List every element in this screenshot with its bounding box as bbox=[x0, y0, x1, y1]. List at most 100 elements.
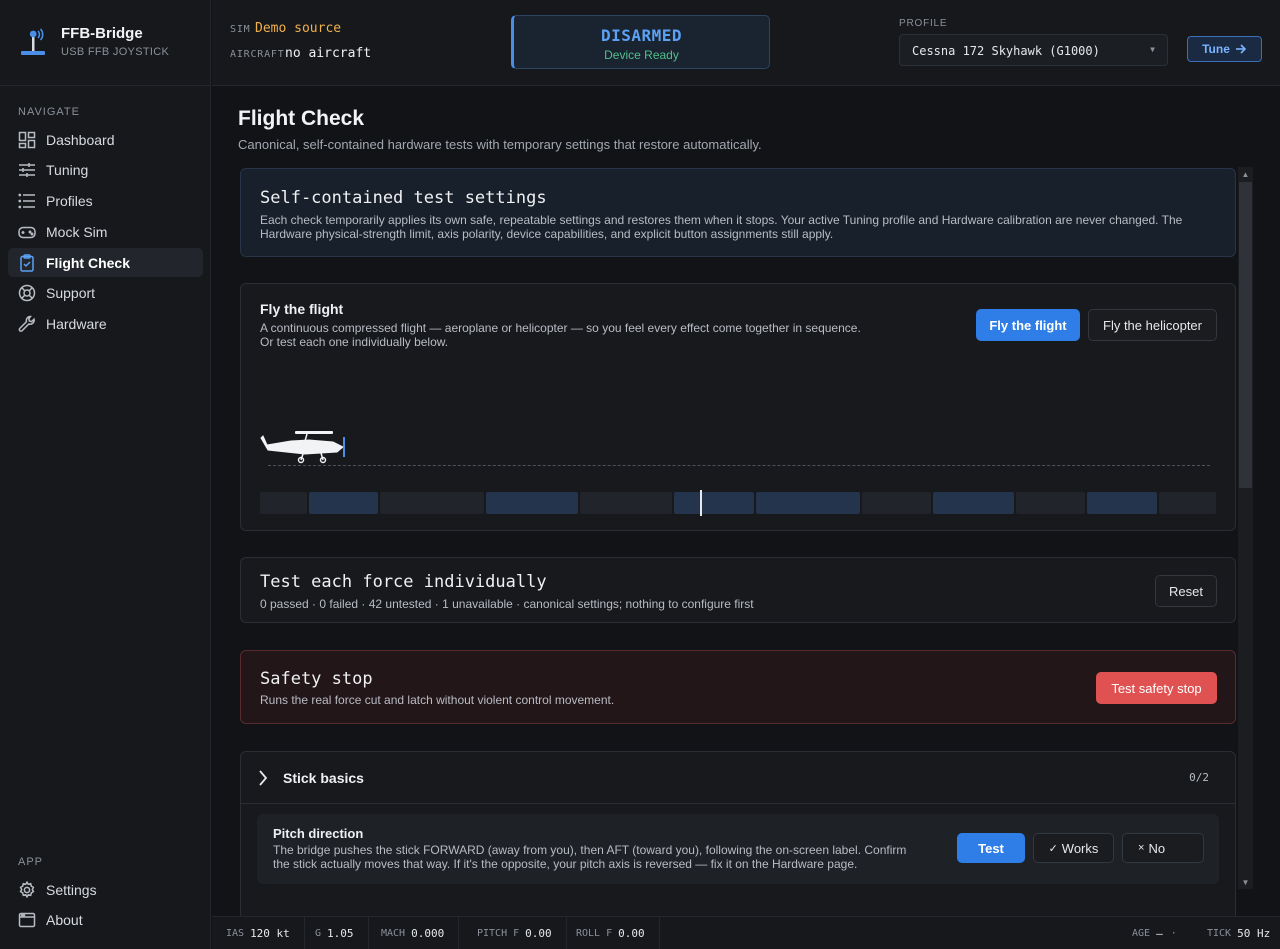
timeline-segment[interactable] bbox=[379, 492, 484, 514]
settings-card-desc: Each check temporarily applies its own s… bbox=[260, 213, 1183, 241]
sidebar-item-about[interactable]: About bbox=[8, 905, 203, 934]
sidebar-item-label: Flight Check bbox=[46, 254, 131, 271]
check-icon: ✓ bbox=[1048, 842, 1058, 855]
timeline-segment[interactable] bbox=[308, 492, 378, 514]
timeline-segment[interactable] bbox=[861, 492, 931, 514]
settings-info-card: Self-contained test settings Each check … bbox=[240, 168, 1236, 257]
timeline-segment[interactable] bbox=[1016, 492, 1086, 514]
timeline-segment[interactable] bbox=[1158, 492, 1216, 514]
tune-button[interactable]: Tune bbox=[1187, 36, 1262, 62]
flight-timeline[interactable] bbox=[260, 490, 1216, 516]
brand: FFB-Bridge USB FFB JOYSTICK bbox=[0, 0, 210, 86]
scroll-up-arrow-icon[interactable]: ▲ bbox=[1240, 169, 1251, 180]
fly-the-flight-card: Fly the flight A continuous compressed f… bbox=[240, 283, 1236, 531]
ias-readout: IAS 120 kt bbox=[212, 917, 305, 949]
age-readout: AGE — · bbox=[1132, 927, 1177, 940]
arrow-right-icon bbox=[1235, 44, 1247, 54]
fly-helicopter-button[interactable]: Fly the helicopter bbox=[1088, 309, 1217, 341]
fly-card-desc-line2: Or test each one individually below. bbox=[260, 335, 449, 349]
sidebar-item-hardware[interactable]: Hardware bbox=[8, 309, 203, 338]
sidebar-item-label: About bbox=[46, 911, 83, 928]
sidebar-item-label: Settings bbox=[46, 881, 97, 898]
test-desc-line1: The bridge pushes the stick FORWARD (awa… bbox=[273, 843, 907, 857]
arm-status-box[interactable]: DISARMED Device Ready bbox=[511, 15, 770, 69]
safety-card-desc: Runs the real force cut and latch withou… bbox=[260, 693, 615, 707]
test-title: Pitch direction bbox=[273, 826, 364, 841]
chevron-down-icon: ▼ bbox=[1150, 45, 1155, 54]
runway-line bbox=[268, 465, 1210, 466]
sidebar-item-flight-check[interactable]: Flight Check bbox=[8, 248, 203, 277]
gamepad-icon bbox=[18, 226, 36, 238]
page-subtitle: Canonical, self-contained hardware tests… bbox=[238, 137, 762, 152]
separator-dot: · bbox=[1170, 928, 1177, 939]
profile-select[interactable]: Cessna 172 Skyhawk (G1000) ▼ bbox=[899, 34, 1168, 66]
fly-flight-button[interactable]: Fly the flight bbox=[976, 309, 1080, 341]
individual-card-title: Test each force individually bbox=[260, 572, 547, 592]
no-label: No bbox=[1148, 840, 1166, 856]
timeline-segment[interactable] bbox=[485, 492, 578, 514]
test-button[interactable]: Test bbox=[957, 833, 1025, 863]
g-readout: G 1.05 bbox=[301, 917, 369, 949]
tick-readout: TICK 50 Hz bbox=[1207, 927, 1271, 940]
chevron-right-icon bbox=[259, 770, 268, 786]
arm-status-title: DISARMED bbox=[600, 26, 683, 45]
sidebar-item-dashboard[interactable]: Dashboard bbox=[8, 125, 203, 154]
no-button[interactable]: × No bbox=[1122, 833, 1204, 863]
sidebar-item-mock-sim[interactable]: Mock Sim bbox=[8, 217, 203, 246]
pitch-force-readout: PITCH F 0.00 bbox=[463, 917, 567, 949]
sidebar-item-label: Support bbox=[46, 284, 96, 301]
fly-card-desc-line1: A continuous compressed flight — aeropla… bbox=[260, 321, 861, 335]
fly-card-title: Fly the flight bbox=[260, 301, 344, 317]
timeline-playhead[interactable] bbox=[699, 490, 702, 516]
sidebar-item-label: Tuning bbox=[46, 161, 89, 178]
sidebar-item-label: Profiles bbox=[46, 192, 93, 209]
sim-value: Demo source bbox=[255, 21, 342, 36]
timeline-segment[interactable] bbox=[755, 492, 860, 514]
timeline-segment[interactable] bbox=[579, 492, 672, 514]
sidebar-item-label: Hardware bbox=[46, 315, 107, 332]
window-icon bbox=[18, 912, 36, 927]
test-safety-stop-button[interactable]: Test safety stop bbox=[1096, 672, 1217, 704]
scrollbar-thumb[interactable] bbox=[1239, 182, 1252, 488]
pitch-direction-test: Pitch direction The bridge pushes the st… bbox=[257, 814, 1219, 884]
nav-heading: NAVIGATE bbox=[18, 106, 80, 118]
works-label: Works bbox=[1061, 840, 1099, 856]
stick-basics-section: Stick basics 0/2 Pitch direction The bri… bbox=[240, 751, 1236, 916]
sidebar-item-tuning[interactable]: Tuning bbox=[8, 155, 203, 184]
sidebar-item-support[interactable]: Support bbox=[8, 278, 203, 307]
main-content: Flight Check Canonical, self-contained h… bbox=[212, 87, 1280, 916]
test-desc-line2: the stick actually moves that way. If it… bbox=[273, 857, 858, 871]
stick-basics-count: 0/2 bbox=[1189, 771, 1209, 784]
brand-title: FFB-Bridge bbox=[61, 25, 143, 42]
reset-button[interactable]: Reset bbox=[1155, 575, 1217, 607]
scroll-down-arrow-icon[interactable]: ▼ bbox=[1240, 877, 1251, 888]
settings-card-title: Self-contained test settings bbox=[260, 188, 547, 208]
gear-icon bbox=[19, 880, 35, 898]
sliders-icon bbox=[19, 162, 35, 177]
joystick-logo-icon bbox=[21, 28, 45, 55]
page-title: Flight Check bbox=[238, 107, 365, 130]
aircraft-label: AIRCRAFT bbox=[230, 49, 285, 60]
profile-selected-value: Cessna 172 Skyhawk (G1000) bbox=[912, 44, 1100, 58]
sidebar-item-profiles[interactable]: Profiles bbox=[8, 186, 203, 215]
test-summary: 0 passed · 0 failed · 42 untested · 1 un… bbox=[260, 597, 754, 611]
sim-label: SIM bbox=[230, 24, 251, 35]
profile-label: PROFILE bbox=[899, 18, 948, 29]
sidebar: FFB-Bridge USB FFB JOYSTICK NAVIGATE Das… bbox=[0, 0, 211, 949]
works-button[interactable]: ✓ Works bbox=[1033, 833, 1114, 863]
timeline-segment[interactable] bbox=[1087, 492, 1157, 514]
device-status: Device Ready bbox=[604, 48, 679, 62]
clipboard-check-icon bbox=[20, 253, 34, 272]
timeline-segment[interactable] bbox=[260, 492, 307, 514]
tune-label: Tune bbox=[1202, 42, 1230, 56]
telemetry-footer: IAS 120 kt G 1.05 MACH 0.000 PITCH F 0.00 RO… bbox=[212, 916, 1280, 949]
list-icon bbox=[18, 193, 35, 208]
dashboard-icon bbox=[18, 131, 36, 148]
roll-force-readout: ROLL F 0.00 bbox=[562, 917, 660, 949]
timeline-segment[interactable] bbox=[673, 492, 754, 514]
brand-subtitle: USB FFB JOYSTICK bbox=[61, 46, 170, 58]
sidebar-item-settings[interactable]: Settings bbox=[8, 875, 203, 904]
timeline-segment[interactable] bbox=[932, 492, 1015, 514]
wrench-icon bbox=[18, 315, 35, 332]
stick-basics-header[interactable]: Stick basics 0/2 bbox=[241, 752, 1235, 804]
